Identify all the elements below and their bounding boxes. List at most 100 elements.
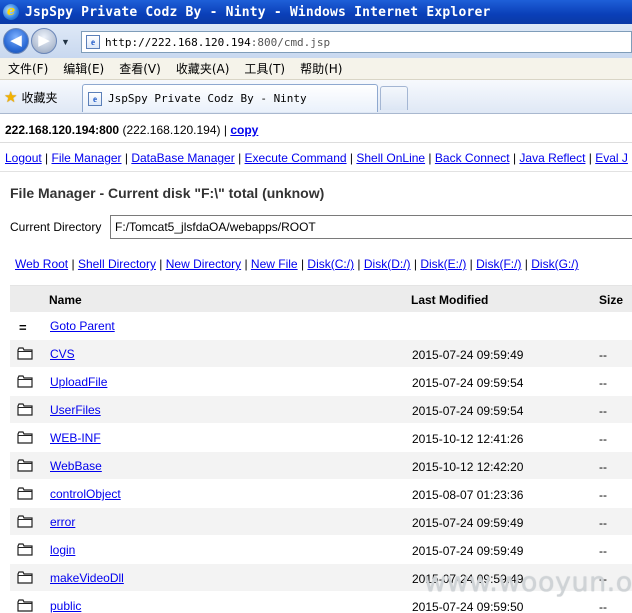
favorites-bar: ★ 收藏夹 e JspSpy Private Codz By - Ninty [0,80,632,114]
table-row: CVS 2015-07-24 09:59:49 -- [10,340,632,368]
current-directory-label: Current Directory [10,220,102,234]
size-cell: -- [599,572,607,586]
link-disk-g[interactable]: Disk(G:/) [531,257,578,271]
folder-icon [17,599,33,613]
nav-eval-java[interactable]: Eval J [595,151,628,165]
menu-edit[interactable]: 编辑(E) [63,60,104,77]
nav-shell-online[interactable]: Shell OnLine [356,151,425,165]
folder-link[interactable]: UploadFile [50,375,107,389]
link-disk-f[interactable]: Disk(F:/) [476,257,521,271]
folder-link[interactable]: makeVideoDll [50,571,124,585]
table-row: UserFiles 2015-07-24 09:59:54 -- [10,396,632,424]
forward-button[interactable]: ▶ [31,28,57,54]
last-modified-cell: 2015-10-12 12:42:20 [412,460,524,474]
table-row: login 2015-07-24 09:59:49 -- [10,536,632,564]
folder-link[interactable]: UserFiles [50,403,101,417]
host-line: 222.168.120.194:800 (222.168.120.194) | … [5,123,258,137]
link-web-root[interactable]: Web Root [15,257,68,271]
size-cell: -- [599,348,607,362]
link-disk-d[interactable]: Disk(D:/) [364,257,411,271]
address-url[interactable]: http://222.168.120.194:800/cmd.jsp [105,36,330,49]
link-disk-e[interactable]: Disk(E:/) [420,257,466,271]
size-cell: -- [599,376,607,390]
last-modified-cell: 2015-07-24 09:59:54 [412,404,524,418]
menu-tools[interactable]: 工具(T) [244,60,285,77]
url-host: http://222.168.120.194 [105,35,251,49]
nav-file-manager[interactable]: File Manager [52,151,122,165]
link-shell-directory[interactable]: Shell Directory [78,257,156,271]
nav-back-connect[interactable]: Back Connect [435,151,510,165]
last-modified-cell: 2015-07-24 09:59:49 [412,544,524,558]
table-row: controlObject 2015-08-07 01:23:36 -- [10,480,632,508]
folder-link[interactable]: login [50,543,75,557]
folder-icon [17,403,33,419]
size-cell: -- [599,488,607,502]
link-new-directory[interactable]: New Directory [166,257,241,271]
tab-page-icon: e [88,91,102,106]
history-dropdown-icon[interactable]: ▼ [61,37,70,47]
disk-links: Web Root | Shell Directory | New Directo… [15,257,579,271]
table-row: WebBase 2015-10-12 12:42:20 -- [10,452,632,480]
page-content: 222.168.120.194:800 (222.168.120.194) | … [0,115,632,613]
page-title: File Manager - Current disk "F:\" total … [10,185,325,201]
goto-parent-link[interactable]: Goto Parent [50,319,115,333]
table-row: WEB-INF 2015-10-12 12:41:26 -- [10,424,632,452]
folder-link[interactable]: error [50,515,75,529]
menu-file[interactable]: 文件(F) [8,60,48,77]
column-size: Size [599,293,624,307]
ie-logo-icon: e [3,4,19,20]
divider [0,142,632,143]
menu-favorites[interactable]: 收藏夹(A) [176,60,230,77]
host-address: 222.168.120.194:800 [5,123,120,137]
window-title: JspSpy Private Codz By - Ninty - Windows… [25,4,491,20]
folder-link[interactable]: controlObject [50,487,121,501]
page-icon: e [86,35,100,49]
folder-link[interactable]: CVS [50,347,75,361]
address-bar[interactable]: e http://222.168.120.194:800/cmd.jsp [81,31,632,53]
folder-link[interactable]: WebBase [50,459,102,473]
browser-tab[interactable]: e JspSpy Private Codz By - Ninty [82,84,378,112]
folder-link[interactable]: public [50,599,81,613]
folder-icon [17,431,33,447]
nav-execute-command[interactable]: Execute Command [245,151,347,165]
new-tab-button[interactable] [380,86,408,110]
parent-directory-icon: = [19,320,27,335]
table-row: error 2015-07-24 09:59:49 -- [10,508,632,536]
divider [0,171,632,172]
folder-link[interactable]: WEB-INF [50,431,101,445]
table-row: makeVideoDll 2015-07-24 09:59:49 -- [10,564,632,592]
folder-icon [17,459,33,475]
current-directory-input[interactable] [110,215,632,239]
table-row: public 2015-07-24 09:59:50 -- [10,592,632,613]
host-ip: (222.168.120.194) [119,123,224,137]
link-new-file[interactable]: New File [251,257,298,271]
last-modified-cell: 2015-07-24 09:59:54 [412,376,524,390]
size-cell: -- [599,516,607,530]
star-icon: ★ [4,89,18,106]
tab-title: JspSpy Private Codz By - Ninty [108,92,307,105]
folder-icon [17,347,33,363]
size-cell: -- [599,600,607,613]
nav-database-manager[interactable]: DataBase Manager [131,151,234,165]
column-name: Name [49,293,82,307]
link-disk-c[interactable]: Disk(C:/) [307,257,354,271]
last-modified-cell: 2015-07-24 09:59:50 [412,600,524,613]
folder-icon [17,487,33,503]
url-path: :800/cmd.jsp [250,35,331,49]
folder-icon [17,543,33,559]
copy-link[interactable]: copy [230,123,258,137]
menu-view[interactable]: 查看(V) [119,60,161,77]
back-button[interactable]: ◀ [3,28,29,54]
size-cell: -- [599,404,607,418]
size-cell: -- [599,460,607,474]
nav-logout[interactable]: Logout [5,151,42,165]
table-header: Name Last Modified Size [10,285,632,312]
last-modified-cell: 2015-07-24 09:59:49 [412,348,524,362]
window-title-bar: e JspSpy Private Codz By - Ninty - Windo… [0,0,632,24]
last-modified-cell: 2015-10-12 12:41:26 [412,432,524,446]
table-row: UploadFile 2015-07-24 09:59:54 -- [10,368,632,396]
last-modified-cell: 2015-08-07 01:23:36 [412,488,524,502]
menu-help[interactable]: 帮助(H) [300,60,342,77]
favorites-button[interactable]: ★ 收藏夹 [4,88,57,106]
nav-java-reflect[interactable]: Java Reflect [519,151,585,165]
